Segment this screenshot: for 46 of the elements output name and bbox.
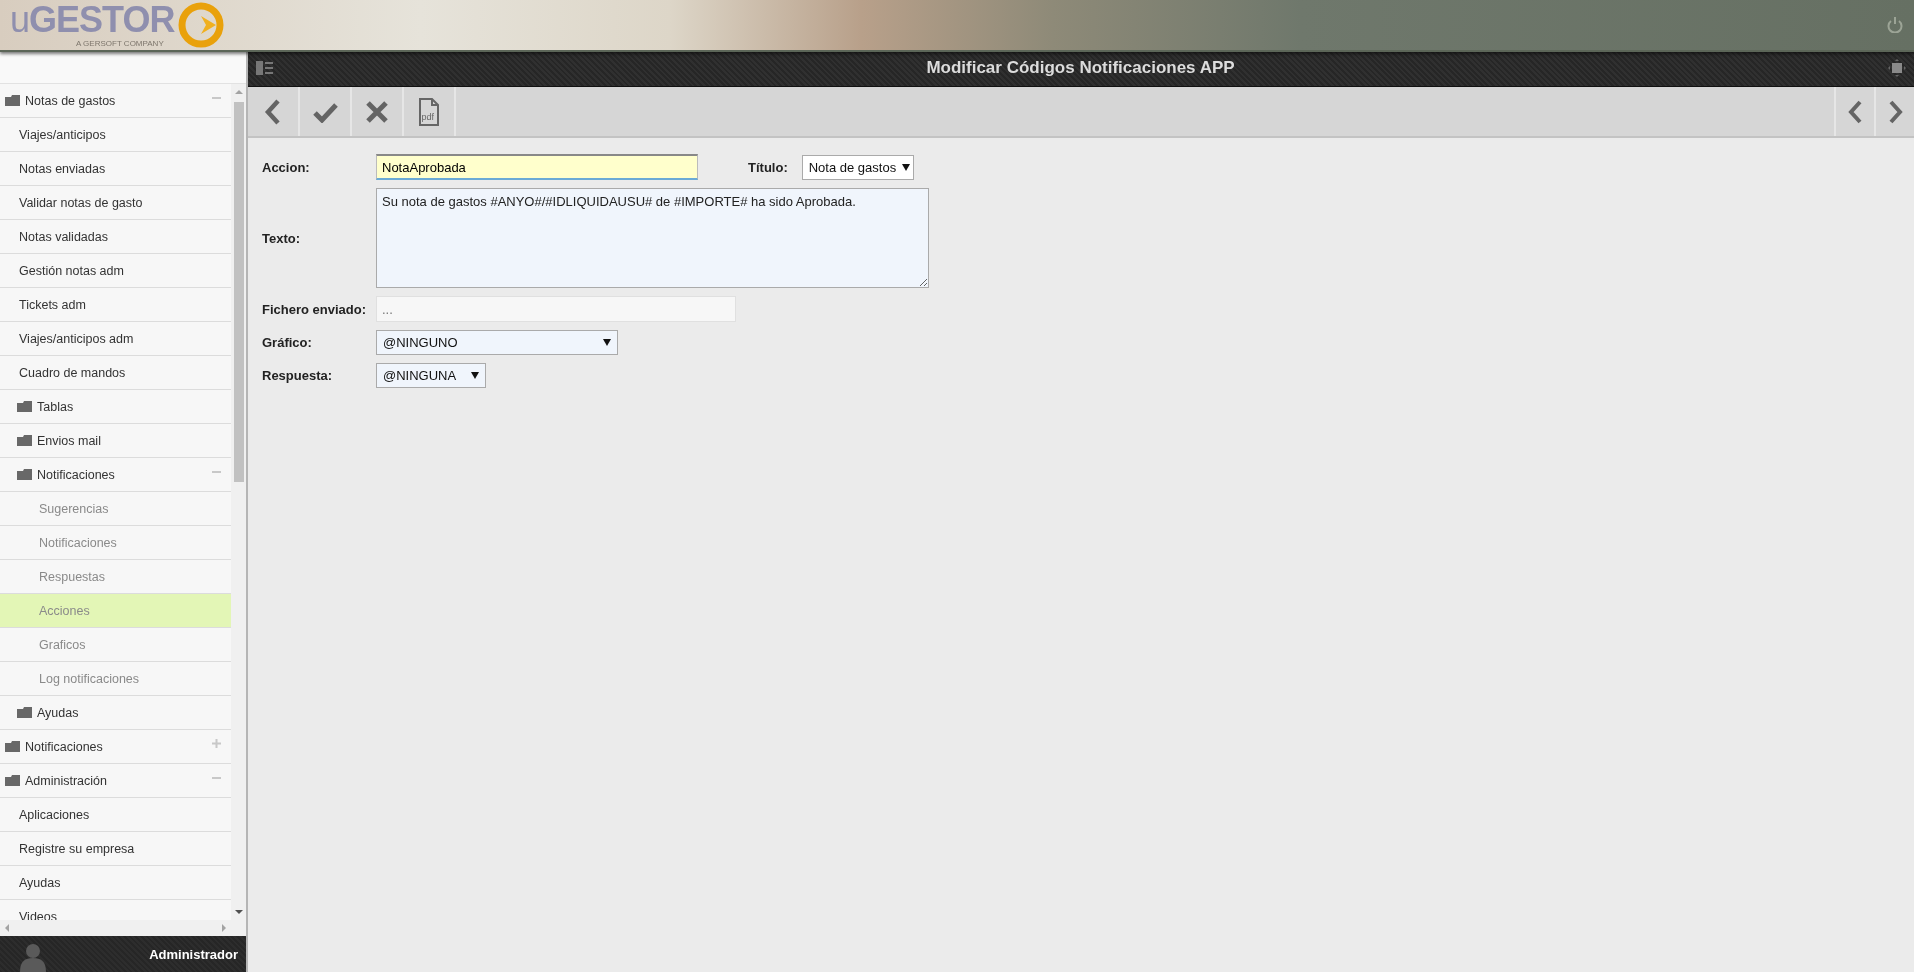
field-label: Respuesta:: [262, 368, 334, 383]
field-label: Accion:: [262, 159, 311, 175]
caret-icon: [902, 163, 911, 171]
input-field[interactable]: ...: [376, 296, 736, 322]
page-title: Modificar Códigos Notificaciones APP: [926, 58, 1235, 78]
folder-icon: [5, 95, 20, 106]
folder-item[interactable]: Tablas: [0, 390, 231, 424]
scrollbar[interactable]: [0, 920, 246, 936]
close-icon: [366, 100, 388, 123]
back-icon: [264, 98, 282, 125]
dropdown[interactable]: @NINGUNA: [376, 363, 486, 388]
next-icon: [1887, 99, 1903, 124]
user-name: Administrador: [149, 946, 238, 962]
folder-item[interactable]: Ayudas: [0, 696, 231, 730]
folder-icon: [17, 707, 32, 718]
text-area[interactable]: Su nota de gastos #ANYO#/#IDLIQUIDAUSU# de #IMPORTE# ha sido Aprobada.: [376, 188, 929, 288]
logo-tagline: A GERSOFT COMPANY: [76, 39, 164, 48]
pdf-file-icon: pdf: [419, 97, 439, 126]
field-label: Fichero enviado:: [262, 301, 368, 317]
caret-icon: [603, 339, 611, 346]
folder-item[interactable]: Notificaciones: [0, 458, 231, 492]
folder-item[interactable]: Notas de gastos: [0, 84, 231, 118]
field-label: Título:: [748, 159, 788, 175]
input-field[interactable]: NotaAprobada: [376, 154, 698, 180]
pdf-button[interactable]: pdf: [404, 87, 456, 136]
avatar-icon: [20, 942, 46, 972]
folder-icon: [5, 775, 20, 786]
caret-icon: [471, 372, 479, 379]
folder-icon: [17, 401, 32, 412]
dropdown[interactable]: @NINGUNO: [376, 330, 618, 355]
previous-icon: [1847, 99, 1863, 124]
dropdown[interactable]: Nota de gastos: [801, 154, 914, 180]
folder-icon: [5, 741, 20, 752]
field-label: Gráfico:: [262, 335, 313, 350]
scrollbar[interactable]: [231, 84, 246, 920]
field-label: Texto:: [262, 230, 302, 246]
logo-text: uGESTOR: [10, 4, 175, 36]
folder-item[interactable]: Notificaciones: [0, 730, 231, 764]
move-icon[interactable]: [1888, 59, 1906, 77]
folder-item[interactable]: Envios mail: [0, 424, 231, 458]
logo-icon: [178, 2, 225, 48]
power-icon[interactable]: [1886, 15, 1904, 33]
sidebar-toggle-icon[interactable]: [256, 60, 273, 76]
folder-icon: [17, 469, 32, 480]
folder-icon: [17, 435, 32, 446]
folder-item[interactable]: Administración: [0, 764, 231, 798]
